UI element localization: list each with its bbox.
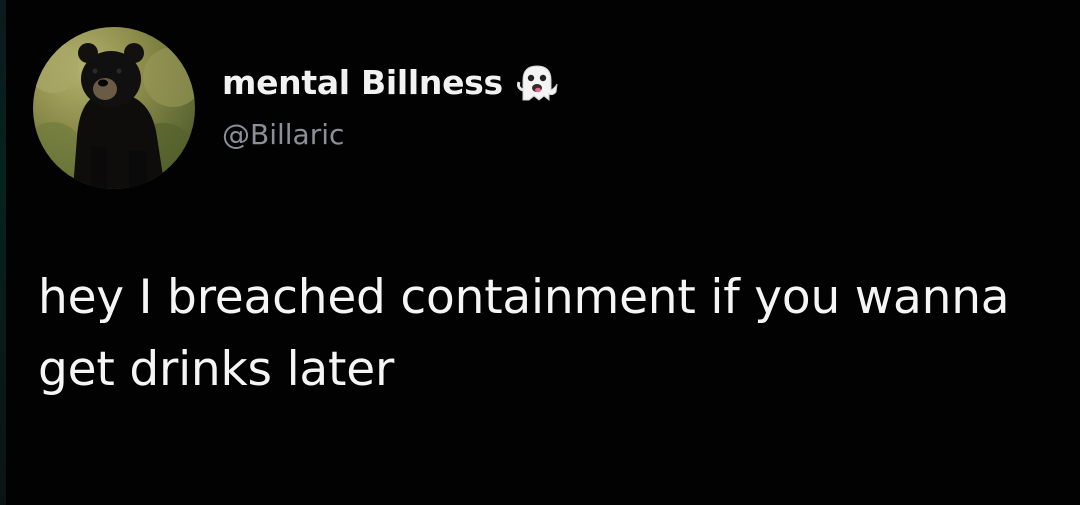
author-name-row: mental Billness: [222, 58, 559, 106]
tweet-text: hey I breached containment if you wanna …: [38, 270, 1010, 397]
ghost-emoji-icon: [515, 60, 559, 104]
bear-avatar-icon: [33, 41, 195, 189]
display-name[interactable]: mental Billness: [222, 63, 503, 102]
avatar[interactable]: [33, 27, 195, 189]
edge-strip: [0, 0, 6, 505]
tweet-card: mental Billness @Billaric hey I breached…: [0, 0, 1080, 505]
author-handle[interactable]: @Billaric: [222, 118, 344, 151]
